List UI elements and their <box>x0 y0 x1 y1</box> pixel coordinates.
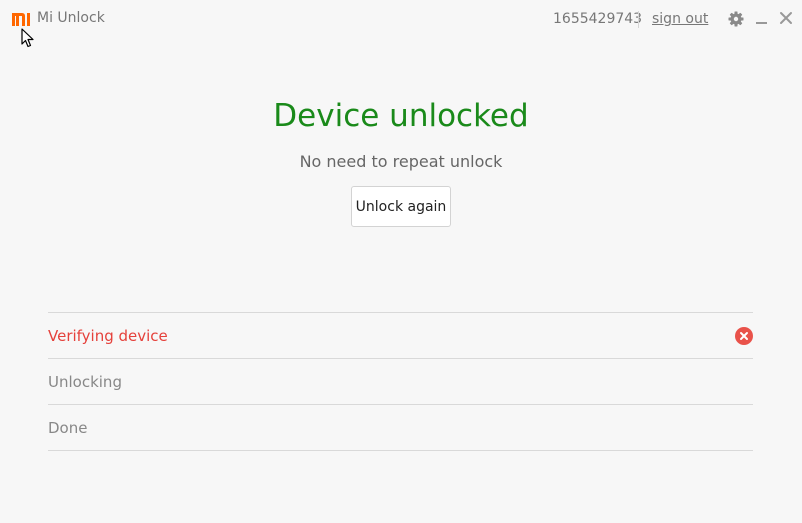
step-unlocking: Unlocking <box>48 359 753 405</box>
user-id: 1655429743 <box>553 11 643 27</box>
app-title: Mi Unlock <box>37 10 105 26</box>
step-label: Unlocking <box>48 372 122 391</box>
gear-icon[interactable] <box>728 11 744 27</box>
step-done: Done <box>48 405 753 451</box>
status-subtitle: No need to repeat unlock <box>299 152 503 171</box>
step-label: Verifying device <box>48 326 168 345</box>
status-title: Device unlocked <box>273 98 529 134</box>
unlock-again-button[interactable]: Unlock again <box>351 186 451 227</box>
title-bar: Mi Unlock 1655429743 sign out <box>0 0 802 40</box>
header-divider <box>638 11 639 28</box>
mouse-pointer-icon <box>21 28 34 48</box>
sign-out-link[interactable]: sign out <box>652 11 708 27</box>
minimize-icon[interactable] <box>756 12 768 26</box>
close-icon[interactable] <box>779 11 793 25</box>
step-label: Done <box>48 418 88 437</box>
mi-unlock-window: Mi Unlock 1655429743 sign out Device unl… <box>0 0 802 523</box>
progress-steps-list: Verifying device Unlocking Done <box>48 312 753 451</box>
error-x-circle-icon <box>735 327 753 345</box>
step-verifying-device: Verifying device <box>48 313 753 359</box>
mi-logo-icon <box>12 13 30 26</box>
